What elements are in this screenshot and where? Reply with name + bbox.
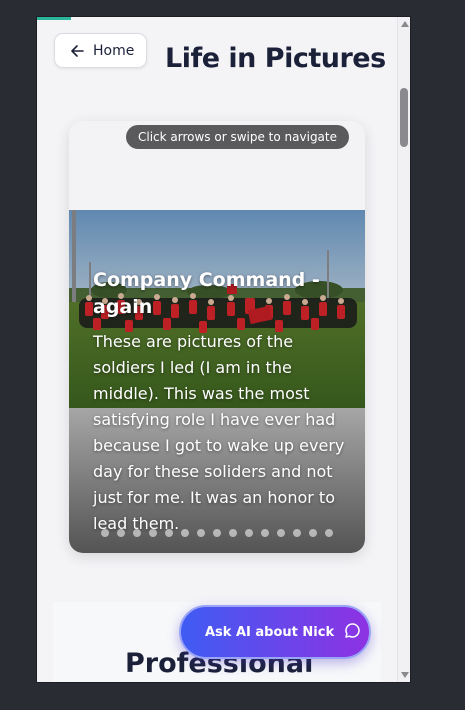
scrollbar[interactable] (397, 17, 410, 682)
scroll-thumb[interactable] (400, 88, 408, 147)
navigation-hint: Click arrows or swipe to navigate (126, 125, 349, 149)
slide-description: These are pictures of the soldiers I led… (93, 332, 345, 533)
carousel-dot[interactable] (197, 529, 205, 537)
chat-bubble-icon (344, 622, 361, 643)
carousel-dot[interactable] (245, 529, 253, 537)
carousel-dot[interactable] (229, 529, 237, 537)
carousel-dot[interactable] (309, 529, 317, 537)
home-label: Home (93, 42, 135, 59)
carousel-dot[interactable] (181, 529, 189, 537)
carousel-dot[interactable] (293, 529, 301, 537)
carousel-dot[interactable] (117, 529, 125, 537)
carousel-dot[interactable] (101, 529, 109, 537)
scroll-down-arrow-icon[interactable] (401, 672, 409, 678)
ask-ai-label: Ask AI about Nick (205, 624, 335, 640)
photo-carousel[interactable]: Click arrows or swipe to navigate Compan… (69, 121, 365, 553)
carousel-dots (69, 529, 365, 537)
arrow-left-icon (70, 44, 84, 58)
heading-text: Life in Pictures (165, 43, 386, 74)
progress-accent (37, 17, 71, 20)
page-heading: Life in Pictures (165, 43, 386, 74)
home-button[interactable]: Home (54, 33, 147, 68)
carousel-dot[interactable] (213, 529, 221, 537)
carousel-dot[interactable] (133, 529, 141, 537)
carousel-dot[interactable] (325, 529, 333, 537)
carousel-dot[interactable] (165, 529, 173, 537)
carousel-dot[interactable] (277, 529, 285, 537)
ask-ai-button[interactable]: Ask AI about Nick (179, 605, 371, 659)
carousel-dot[interactable] (261, 529, 269, 537)
carousel-dot[interactable] (149, 529, 157, 537)
slide-title: Company Command - again (93, 269, 320, 318)
browser-viewport: Life in Pictures Home Click arrows or sw… (37, 17, 410, 682)
scroll-up-arrow-icon[interactable] (401, 21, 409, 27)
